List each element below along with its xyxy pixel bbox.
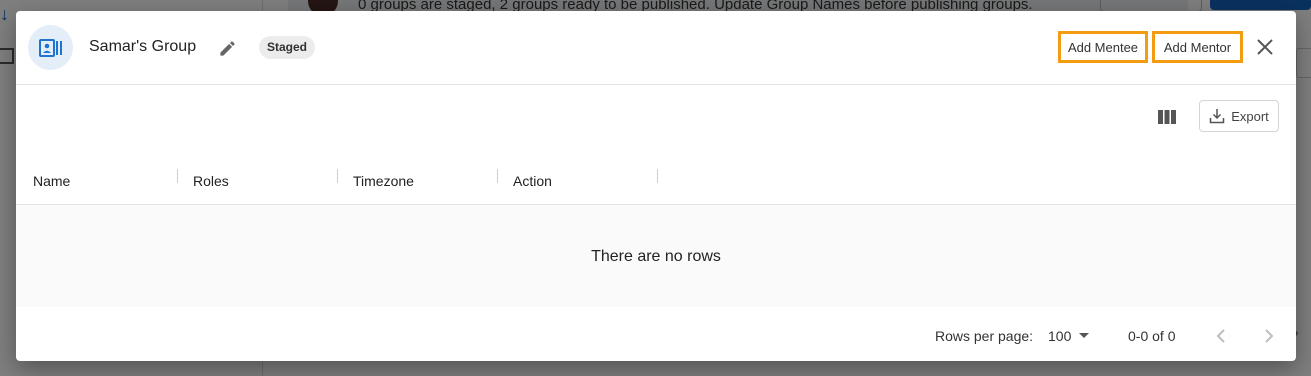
view-column-icon [1158, 110, 1176, 124]
chevron-right-icon [1265, 329, 1274, 343]
group-title: Samar's Group [89, 38, 197, 55]
previous-page-button[interactable] [1209, 324, 1233, 348]
export-label: Export [1231, 108, 1269, 124]
column-separator[interactable] [177, 169, 178, 183]
columns-button[interactable] [1156, 108, 1178, 126]
close-button[interactable] [1254, 36, 1276, 58]
grid-body: There are no rows [16, 205, 1296, 307]
column-separator[interactable] [657, 169, 658, 183]
rows-per-page-label: Rows per page: [935, 328, 1034, 344]
status-badge: Staged [259, 36, 316, 59]
column-header-name[interactable]: Name [33, 158, 70, 204]
column-separator[interactable] [497, 169, 498, 183]
column-separator[interactable] [337, 169, 338, 183]
download-icon [1209, 109, 1225, 124]
export-button[interactable]: Export [1199, 100, 1279, 132]
rows-per-page-value: 100 [1048, 328, 1072, 344]
add-mentee-button[interactable]: Add Mentee [1058, 31, 1148, 63]
rows-per-page-select[interactable]: 100 [1048, 325, 1090, 347]
grid-header: Name Roles Timezone Action [16, 158, 1296, 205]
close-icon [1257, 39, 1273, 55]
add-mentor-button[interactable]: Add Mentor [1152, 31, 1243, 63]
dialog-header: Samar's Group Staged Add Mentee Add Ment… [16, 11, 1296, 85]
group-dialog: Samar's Group Staged Add Mentee Add Ment… [16, 11, 1296, 361]
chevron-left-icon [1216, 329, 1225, 343]
empty-state-message: There are no rows [591, 248, 721, 265]
column-header-timezone[interactable]: Timezone [353, 158, 414, 204]
contact-card-icon [28, 25, 73, 70]
caret-down-icon [1079, 333, 1090, 338]
pencil-icon [219, 40, 235, 56]
column-header-action[interactable]: Action [513, 158, 552, 204]
column-header-roles[interactable]: Roles [193, 158, 229, 204]
pagination-range: 0-0 of 0 [1128, 328, 1176, 344]
edit-group-name-button[interactable] [214, 35, 240, 61]
next-page-button[interactable] [1257, 324, 1281, 348]
